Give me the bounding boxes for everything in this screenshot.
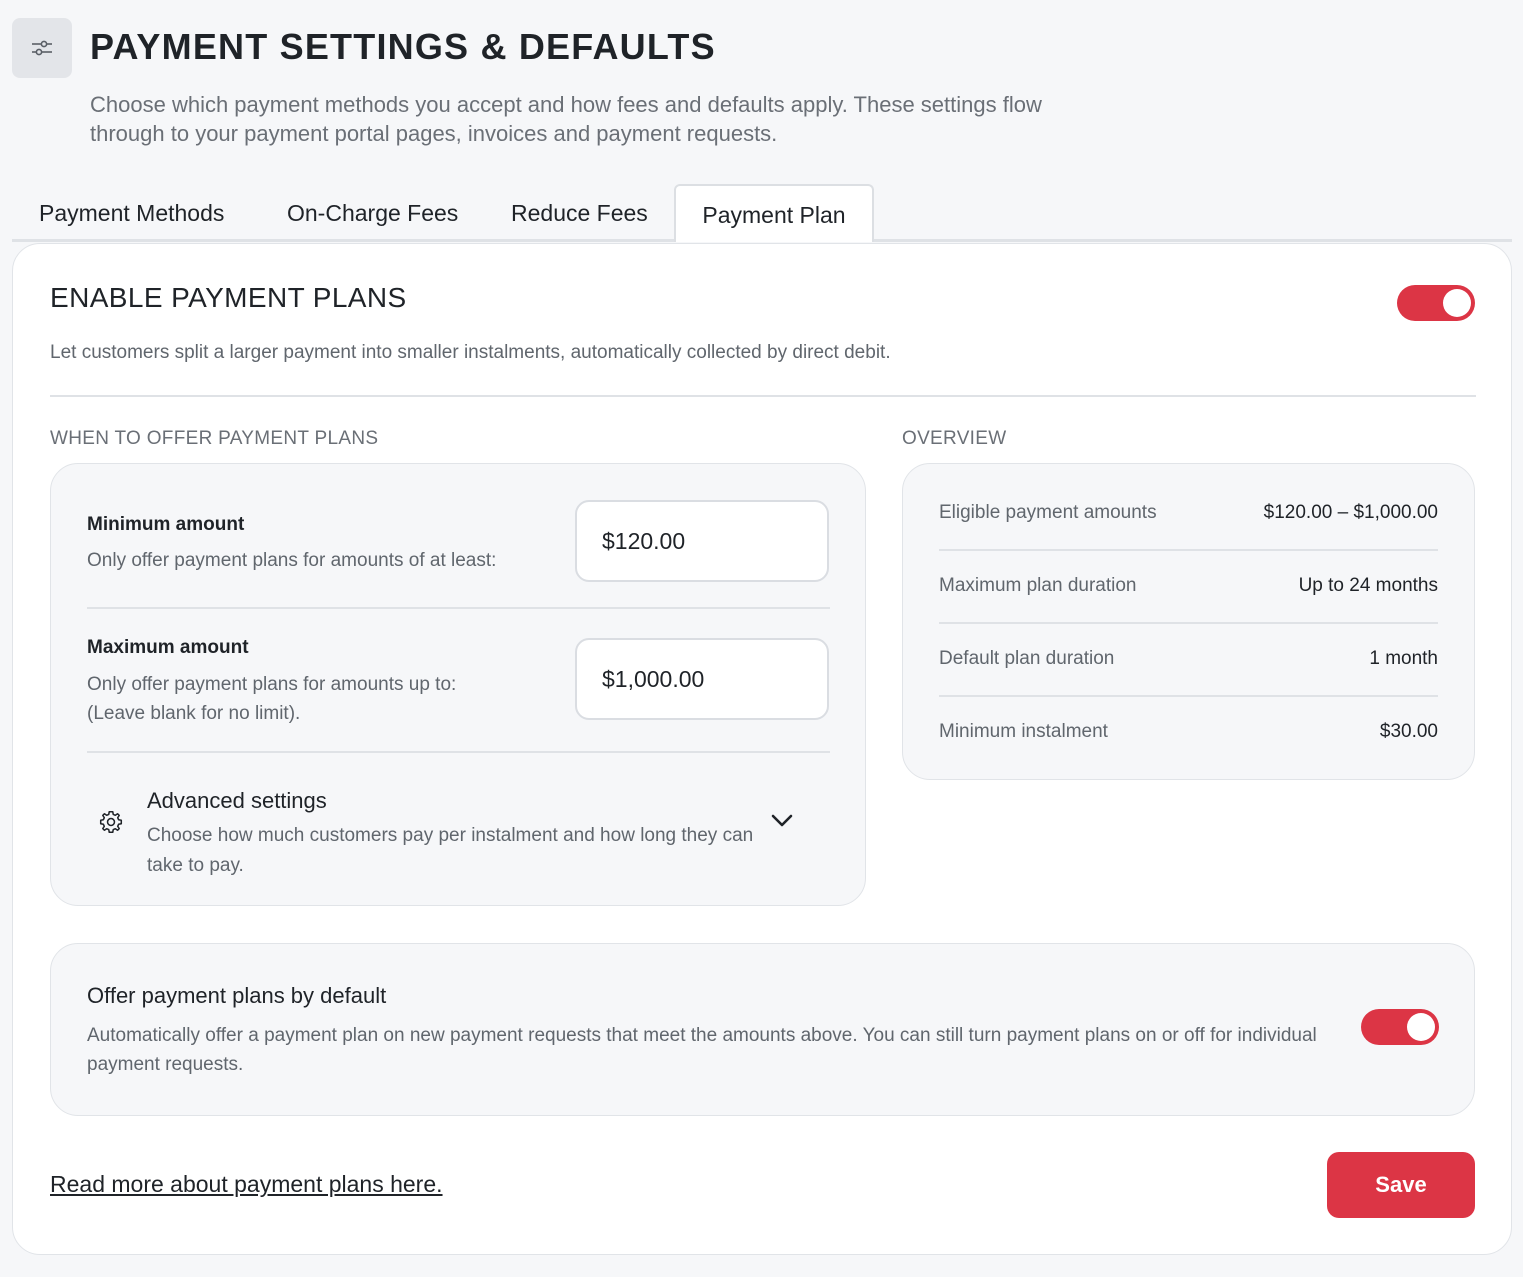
maximum-amount-input[interactable] bbox=[575, 638, 829, 720]
save-button[interactable]: Save bbox=[1327, 1152, 1475, 1218]
page-subtitle: Choose which payment methods you accept … bbox=[90, 92, 1042, 146]
toggle-knob bbox=[1407, 1013, 1435, 1041]
minimum-amount-input[interactable] bbox=[575, 500, 829, 582]
divider bbox=[939, 549, 1438, 551]
advanced-settings-description: Choose how much customers pay per instal… bbox=[147, 825, 754, 876]
overview-value-max-duration: Up to 24 months bbox=[1298, 575, 1438, 596]
tab-on-charge-fees[interactable]: On-Charge Fees bbox=[287, 184, 458, 242]
enable-payment-plans-title: ENABLE PAYMENT PLANS bbox=[50, 282, 407, 313]
overview-section-label: OVERVIEW bbox=[902, 428, 1007, 449]
tab-reduce-fees[interactable]: Reduce Fees bbox=[511, 184, 648, 242]
overview-panel: Eligible payment amounts $120.00 – $1,00… bbox=[902, 463, 1475, 780]
divider bbox=[939, 695, 1438, 697]
overview-value-default-duration: 1 month bbox=[1369, 648, 1438, 669]
overview-label-min-instalment: Minimum instalment bbox=[939, 721, 1108, 742]
offer-default-panel: Offer payment plans by default Automatic… bbox=[50, 943, 1475, 1116]
when-panel: Minimum amount Only offer payment plans … bbox=[50, 463, 866, 906]
when-section-label: WHEN TO OFFER PAYMENT PLANS bbox=[50, 428, 379, 449]
divider bbox=[87, 607, 830, 609]
tab-payment-plan[interactable]: Payment Plan bbox=[674, 184, 874, 242]
payment-plan-card: ENABLE PAYMENT PLANS Let customers split… bbox=[12, 243, 1512, 1255]
divider bbox=[50, 395, 1476, 397]
gear-icon bbox=[98, 809, 124, 840]
offer-default-toggle[interactable] bbox=[1361, 1009, 1439, 1045]
maximum-amount-label: Maximum amount bbox=[87, 637, 249, 658]
toggle-knob bbox=[1443, 289, 1471, 317]
advanced-settings-row[interactable]: Advanced settings Choose how much custom… bbox=[87, 764, 830, 884]
overview-label-default-duration: Default plan duration bbox=[939, 648, 1115, 669]
overview-value-eligible: $120.00 – $1,000.00 bbox=[1263, 502, 1438, 523]
read-more-link[interactable]: Read more about payment plans here. bbox=[50, 1171, 443, 1198]
page-title: PAYMENT SETTINGS & DEFAULTS bbox=[90, 26, 716, 67]
offer-default-title: Offer payment plans by default bbox=[87, 983, 387, 1008]
overview-label-max-duration: Maximum plan duration bbox=[939, 575, 1137, 596]
advanced-settings-title: Advanced settings bbox=[147, 788, 327, 813]
tab-bar: Payment Methods On-Charge Fees Reduce Fe… bbox=[12, 184, 1512, 242]
chevron-down-icon[interactable] bbox=[771, 814, 793, 833]
tab-payment-methods[interactable]: Payment Methods bbox=[39, 184, 224, 242]
divider bbox=[87, 751, 830, 753]
enable-payment-plans-description: Let customers split a larger payment int… bbox=[50, 342, 891, 363]
enable-payment-plans-toggle[interactable] bbox=[1397, 285, 1475, 321]
minimum-amount-label: Minimum amount bbox=[87, 514, 245, 535]
maximum-amount-help: Only offer payment plans for amounts up … bbox=[87, 674, 457, 695]
maximum-amount-help-note: (Leave blank for no limit). bbox=[87, 703, 301, 724]
sliders-icon bbox=[12, 18, 72, 78]
offer-default-description: Automatically offer a payment plan on ne… bbox=[87, 1025, 1317, 1075]
divider bbox=[939, 622, 1438, 624]
minimum-amount-help: Only offer payment plans for amounts of … bbox=[87, 550, 497, 571]
overview-label-eligible: Eligible payment amounts bbox=[939, 502, 1157, 523]
overview-value-min-instalment: $30.00 bbox=[1379, 721, 1438, 742]
